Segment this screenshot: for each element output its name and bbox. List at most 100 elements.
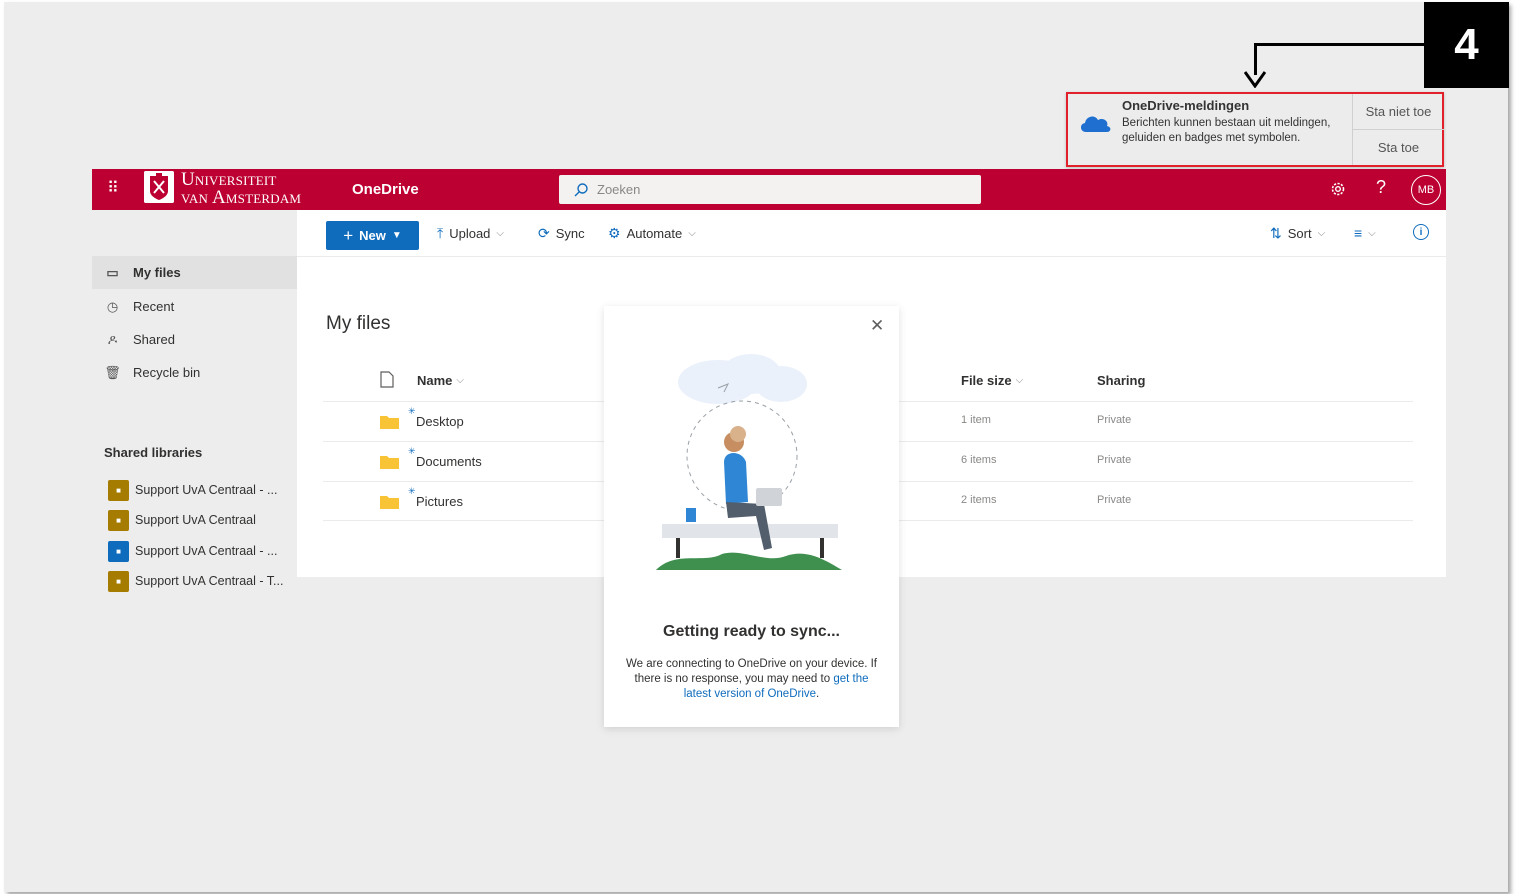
folder-icon bbox=[380, 496, 399, 509]
library-icon: ■ bbox=[108, 570, 129, 592]
file-name[interactable]: Desktop bbox=[416, 414, 464, 429]
file-type-icon bbox=[380, 371, 394, 388]
search-input[interactable]: Zoeken bbox=[559, 175, 981, 204]
clock-icon: ◷ bbox=[106, 298, 119, 314]
library-label: Support UvA Centraal - ... bbox=[135, 483, 278, 497]
column-header-file-size[interactable]: File size ⌵ bbox=[961, 373, 1023, 388]
automate-icon: ⚙ bbox=[608, 225, 621, 241]
sync-icon: ⟳ bbox=[538, 225, 550, 241]
file-name[interactable]: Documents bbox=[416, 454, 482, 469]
nav-item-my-files[interactable]: ▭ My files bbox=[92, 256, 297, 289]
upload-button[interactable]: ⤒ Upload ⌵ bbox=[437, 225, 504, 242]
new-item-icon: ✳ bbox=[408, 446, 416, 456]
folder-icon bbox=[380, 416, 399, 429]
file-name[interactable]: Pictures bbox=[416, 494, 463, 509]
chevron-down-icon: ⌵ bbox=[688, 228, 696, 239]
view-options-button[interactable]: ≡ ⌵ bbox=[1354, 225, 1376, 241]
library-label: Support UvA Centraal bbox=[135, 513, 256, 527]
university-logo-text: Universiteit van Amsterdam bbox=[181, 170, 302, 208]
people-icon: ዶ bbox=[107, 331, 118, 347]
upload-icon: ⤒ bbox=[437, 225, 444, 241]
column-label: File size bbox=[961, 373, 1012, 388]
notification-body: Berichten kunnen bestaan uit meldingen, … bbox=[1122, 117, 1331, 144]
nav-item-label: Recent bbox=[133, 299, 175, 314]
column-header-name[interactable]: Name ⌵ bbox=[417, 373, 464, 388]
app-name[interactable]: OneDrive bbox=[352, 181, 419, 198]
help-icon[interactable]: ? bbox=[1376, 177, 1386, 198]
sync-illustration bbox=[656, 354, 842, 570]
annotation-arrow-head bbox=[1244, 71, 1266, 88]
library-icon: ■ bbox=[108, 509, 129, 531]
column-header-sharing[interactable]: Sharing bbox=[1097, 373, 1145, 388]
command-bar: + New ▼ ⤒ Upload ⌵ ⟳ Sync ⚙ Automate ⌵ ⇅… bbox=[297, 210, 1446, 257]
info-icon[interactable]: i bbox=[1413, 224, 1429, 240]
logo-line-2: van Amsterdam bbox=[181, 187, 302, 208]
step-number-badge: 4 bbox=[1424, 2, 1509, 88]
upload-label: Upload bbox=[449, 226, 491, 241]
column-label: Name bbox=[417, 373, 453, 388]
library-icon: ■ bbox=[108, 540, 129, 562]
search-icon bbox=[574, 182, 588, 196]
new-item-icon: ✳ bbox=[408, 406, 416, 416]
folder-icon bbox=[380, 456, 399, 469]
onedrive-cloud-icon bbox=[1080, 116, 1111, 132]
chevron-down-icon: ⌵ bbox=[1368, 227, 1376, 239]
shared-libraries-heading: Shared libraries bbox=[104, 445, 203, 460]
sharing-status: Private bbox=[1097, 454, 1132, 466]
nav-item-recycle-bin[interactable]: 🗑 Recycle bin bbox=[92, 356, 297, 389]
sync-label: Sync bbox=[555, 226, 585, 241]
new-item-icon: ✳ bbox=[408, 486, 416, 496]
trash-icon: 🗑 bbox=[104, 364, 121, 380]
new-label: New bbox=[359, 228, 386, 243]
sort-label: Sort bbox=[1287, 226, 1312, 241]
library-item[interactable]: ■ Support UvA Centraal bbox=[108, 508, 288, 532]
notification-actions: Sta niet toe Sta toe bbox=[1352, 94, 1444, 165]
sharing-status: Private bbox=[1097, 414, 1132, 426]
close-icon[interactable]: ✕ bbox=[870, 316, 884, 336]
avatar[interactable]: MB bbox=[1411, 175, 1441, 205]
sync-button[interactable]: ⟳ Sync bbox=[538, 225, 585, 242]
university-seal-icon bbox=[144, 171, 174, 203]
dialog-message: We are connecting to OneDrive on your de… bbox=[626, 657, 877, 702]
list-view-icon: ≡ bbox=[1354, 225, 1363, 241]
sync-dialog: ✕ Getting ready to sync... We are connec… bbox=[604, 306, 899, 727]
page-title: My files bbox=[326, 313, 391, 334]
suite-header: ⠿ Universiteit van Amsterdam OneDrive Zo… bbox=[92, 169, 1446, 210]
chevron-down-icon: ⌵ bbox=[1317, 228, 1326, 239]
file-size: 2 items bbox=[961, 494, 997, 506]
search-placeholder: Zoeken bbox=[597, 182, 641, 197]
nav-item-label: Shared bbox=[133, 332, 175, 347]
nav-item-label: My files bbox=[133, 265, 181, 280]
library-label: Support UvA Centraal - ... bbox=[135, 544, 278, 558]
automate-label: Automate bbox=[626, 226, 683, 241]
gear-icon[interactable] bbox=[1329, 180, 1347, 198]
library-item[interactable]: ■ Support UvA Centraal - ... bbox=[108, 478, 288, 502]
new-button[interactable]: + New ▼ bbox=[326, 221, 419, 250]
library-item[interactable]: ■ Support UvA Centraal - T... bbox=[108, 569, 288, 593]
library-icon: ■ bbox=[108, 479, 129, 501]
nav-item-shared[interactable]: ዶ Shared bbox=[92, 323, 297, 356]
chevron-down-icon: ⌵ bbox=[456, 375, 465, 386]
chevron-down-icon: ⌵ bbox=[1015, 375, 1024, 386]
library-label: Support UvA Centraal - T... bbox=[135, 574, 284, 588]
deny-button[interactable]: Sta niet toe bbox=[1353, 94, 1444, 129]
nav-item-label: Recycle bin bbox=[133, 365, 201, 380]
nav-item-recent[interactable]: ◷ Recent bbox=[92, 290, 297, 323]
dialog-title: Getting ready to sync... bbox=[663, 623, 840, 640]
dialog-message-end: . bbox=[816, 688, 820, 700]
folder-icon: ▭ bbox=[106, 264, 119, 280]
annotation-arrow-line bbox=[1254, 43, 1424, 46]
notification-popup: OneDrive-meldingen Berichten kunnen best… bbox=[1066, 92, 1444, 167]
sort-button[interactable]: ⇅ Sort ⌵ bbox=[1270, 225, 1325, 242]
library-item[interactable]: ■ Support UvA Centraal - ... bbox=[108, 539, 288, 563]
column-label: Sharing bbox=[1097, 373, 1146, 388]
notification-title: OneDrive-meldingen bbox=[1122, 98, 1250, 113]
sort-icon: ⇅ bbox=[1270, 225, 1282, 241]
allow-button[interactable]: Sta toe bbox=[1353, 129, 1444, 164]
sharing-status: Private bbox=[1097, 494, 1132, 506]
chevron-down-icon: ▼ bbox=[391, 230, 402, 241]
chevron-down-icon: ⌵ bbox=[496, 228, 504, 239]
left-navigation: ▭ My files ◷ Recent ዶ Shared 🗑 Recycle b… bbox=[92, 210, 297, 592]
automate-button[interactable]: ⚙ Automate ⌵ bbox=[608, 225, 696, 242]
app-launcher-icon[interactable]: ⠿ bbox=[104, 180, 122, 198]
